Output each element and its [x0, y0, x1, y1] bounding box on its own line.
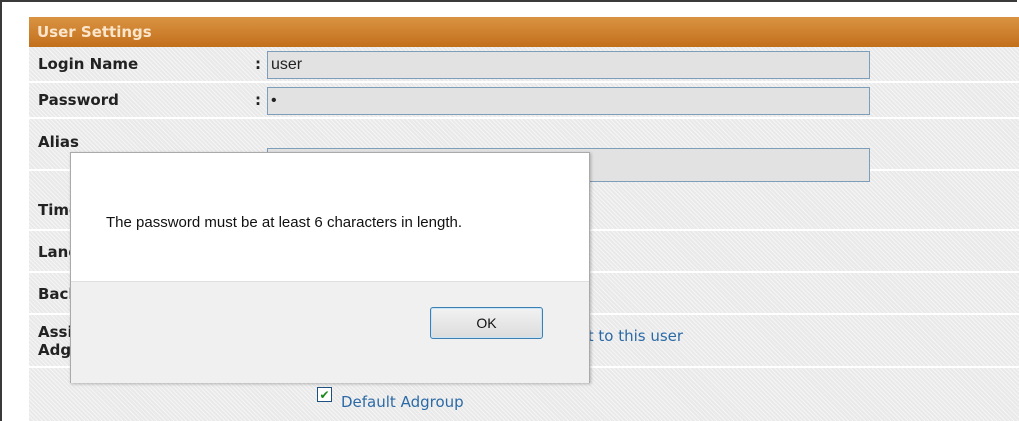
check-icon: ✔ — [319, 387, 330, 402]
default-adgroup-label: Default Adgroup — [341, 393, 464, 411]
row-password: Password : • — [29, 83, 1019, 119]
password-input[interactable]: • — [267, 87, 870, 115]
login-name-label: Login Name — [38, 55, 139, 73]
login-name-input[interactable]: user — [267, 51, 870, 79]
dialog-message: The password must be at least 6 characte… — [106, 214, 463, 231]
default-adgroup-checkbox[interactable]: ✔ — [317, 387, 332, 402]
alias-label: Alias — [38, 133, 79, 151]
row-login-name: Login Name : user — [29, 47, 1019, 83]
ok-button[interactable]: OK — [430, 307, 543, 339]
dialog-footer: OK — [71, 281, 589, 383]
colon: : — [255, 55, 261, 73]
panel-header: User Settings — [29, 17, 1019, 47]
alert-dialog: The password must be at least 6 characte… — [70, 152, 590, 383]
colon: : — [255, 91, 261, 109]
password-label: Password — [38, 91, 119, 109]
